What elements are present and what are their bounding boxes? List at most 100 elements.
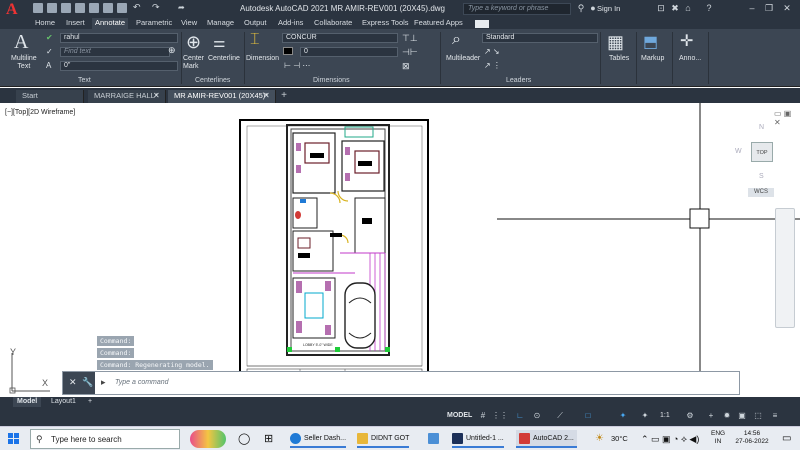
tab-manage[interactable]: Manage <box>204 18 237 29</box>
tab-home[interactable]: Home <box>32 18 58 29</box>
viewcube-north[interactable]: N <box>759 124 764 131</box>
sign-in-link[interactable]: Sign In <box>597 4 620 13</box>
hardware-acceleration-icon[interactable]: ▣ <box>737 411 747 421</box>
viewcube-west[interactable]: W <box>735 148 742 155</box>
input-language[interactable]: ENG IN <box>711 430 725 446</box>
centerline-button[interactable]: Centerline <box>208 55 240 62</box>
weather-temperature[interactable]: 30°C <box>611 434 628 443</box>
taskbar-app-generic[interactable] <box>428 430 442 448</box>
dimensions-panel-label[interactable]: Dimensions <box>313 77 350 84</box>
dim-adjust-icon[interactable]: ⊣⊢ <box>402 47 418 58</box>
redo-icon[interactable]: ↷ <box>152 3 162 13</box>
plus-icon[interactable]: + <box>706 411 716 421</box>
help-icon[interactable]: ? <box>702 2 716 14</box>
save-icon[interactable] <box>61 3 71 13</box>
center-mark-icon[interactable]: ⊕ <box>186 32 201 53</box>
text-height-input[interactable]: 0" <box>60 61 178 71</box>
annotation-scaling-icon[interactable]: ✛ <box>680 31 693 51</box>
dimension-button[interactable]: Dimension <box>246 55 279 62</box>
taskbar-app-photoshop[interactable]: Untitled-1 ... <box>452 430 504 448</box>
viewcube-south[interactable]: S <box>759 173 764 180</box>
dim-tools-icons[interactable]: ⊢ ⊣ ⋯ <box>284 61 310 70</box>
multileader-button[interactable]: Multileader <box>446 55 480 62</box>
osnap-icon[interactable]: □ <box>583 411 593 421</box>
clock[interactable]: 14:56 27-06-2022 <box>730 430 774 446</box>
leader-style-select[interactable]: Standard <box>482 33 598 43</box>
check-spelling-icon[interactable]: ✓ <box>46 47 53 56</box>
tab-model[interactable]: Model <box>13 397 42 407</box>
search-highlight-icon[interactable] <box>190 430 226 448</box>
polar-icon[interactable]: ⊙ <box>532 411 542 421</box>
viewport-minimize-icon[interactable]: ▭ ▣ ✕ <box>774 109 800 127</box>
minimize-button[interactable]: – <box>745 2 759 14</box>
grid-icon[interactable]: # <box>478 411 488 421</box>
model-space-canvas[interactable]: [−][Top][2D Wireframe] LOBBY 5'-0" WIDE … <box>0 103 800 397</box>
markup-button[interactable]: Markup <box>641 55 664 62</box>
tab-express-tools[interactable]: Express Tools <box>359 18 412 29</box>
stay-connected-icon[interactable]: ⌂ <box>681 2 695 14</box>
taskbar-app-folder[interactable]: DIDNT GOT <box>357 430 410 448</box>
recent-commands-icon[interactable]: ▸ <box>101 377 106 388</box>
undo-icon[interactable]: ↶ <box>133 3 143 13</box>
close-tab-icon[interactable]: ✕ <box>153 91 160 100</box>
customization-icon[interactable]: ≡ <box>770 411 780 421</box>
center-mark-button[interactable]: Center Mark <box>183 55 204 71</box>
leader-align-icons[interactable]: ↗ ⋮ <box>484 61 501 70</box>
tab-add-ins[interactable]: Add-ins <box>275 18 306 29</box>
viewcube-top[interactable]: TOP <box>751 142 773 162</box>
tab-output[interactable]: Output <box>241 18 270 29</box>
tables-button[interactable]: Tables <box>609 55 629 62</box>
maximize-button[interactable]: ❐ <box>762 2 776 14</box>
panel-toggle-icon[interactable] <box>475 20 489 28</box>
leaders-panel-label[interactable]: Leaders <box>506 77 531 84</box>
annotation-visibility-icon[interactable]: ✦ <box>618 411 628 421</box>
web-mobile-icon[interactable] <box>103 3 113 13</box>
ortho-icon[interactable]: ∟ <box>515 411 525 421</box>
tab-mr-amir-rev001[interactable]: MR AMIR-REV001 (20X45)* <box>168 90 276 103</box>
find-text-input[interactable]: Find text <box>60 47 170 57</box>
new-tab-button[interactable]: + <box>278 90 290 102</box>
navigation-bar[interactable] <box>775 208 795 328</box>
weather-icon[interactable]: ☀ <box>595 430 604 448</box>
plot-icon[interactable] <box>89 3 99 13</box>
tab-insert[interactable]: Insert <box>63 18 88 29</box>
find-icon[interactable]: ⊕ <box>168 45 176 56</box>
close-command-icon[interactable]: ✕ <box>69 377 77 388</box>
new-icon[interactable] <box>33 3 43 13</box>
tab-annotate[interactable]: Annotate <box>92 18 129 29</box>
tab-view[interactable]: View <box>178 18 200 29</box>
dim-layer-select[interactable]: 0 <box>300 47 398 57</box>
isolate-objects-icon[interactable]: ✹ <box>722 411 732 421</box>
annotation-button[interactable]: Anno... <box>679 55 701 62</box>
notifications-icon[interactable]: ▭ <box>782 430 791 448</box>
tab-layout1[interactable]: Layout1 <box>47 397 80 407</box>
text-style-select[interactable]: rahul <box>60 33 178 43</box>
wcs-menu[interactable]: WCS <box>748 188 774 197</box>
save-as-icon[interactable] <box>75 3 85 13</box>
tab-start[interactable]: Start <box>16 90 84 103</box>
clean-screen-icon[interactable]: ⬚ <box>753 411 763 421</box>
multileader-icon[interactable]: ⌕ <box>452 31 461 49</box>
taskbar-search[interactable]: ⚲ Type here to search <box>30 429 180 449</box>
tab-featured-apps[interactable]: Featured Apps <box>411 18 466 29</box>
dim-update-icon[interactable]: ⊠ <box>402 61 410 72</box>
multiline-text-icon[interactable]: A <box>14 31 28 54</box>
workspace-gear-icon[interactable]: ⚙ <box>685 411 695 421</box>
centerline-icon[interactable]: ⚌ <box>213 34 226 51</box>
model-space-button[interactable]: MODEL <box>447 412 472 419</box>
text-panel-label[interactable]: Text <box>78 77 91 84</box>
markup-icon[interactable]: ⬒ <box>643 32 658 52</box>
leader-tools-icons[interactable]: ↗ ↘ <box>484 47 500 56</box>
dimension-icon[interactable]: ⌶ <box>250 31 260 49</box>
open-icon[interactable] <box>47 3 57 13</box>
cart-icon[interactable]: ⊡ <box>654 2 668 14</box>
new-layout-button[interactable]: + <box>84 397 96 407</box>
close-button[interactable]: ✕ <box>780 2 794 14</box>
share-icon[interactable]: ➦ <box>178 3 188 13</box>
multiline-text-button[interactable]: Multiline Text <box>11 55 37 71</box>
tab-collaborate[interactable]: Collaborate <box>311 18 355 29</box>
taskbar-app-edge[interactable]: Seller Dash... <box>290 430 347 448</box>
tab-parametric[interactable]: Parametric <box>133 18 175 29</box>
isodraft-icon[interactable]: ⟋ <box>555 411 565 421</box>
taskbar-app-autocad[interactable]: AutoCAD 2... <box>516 430 577 448</box>
